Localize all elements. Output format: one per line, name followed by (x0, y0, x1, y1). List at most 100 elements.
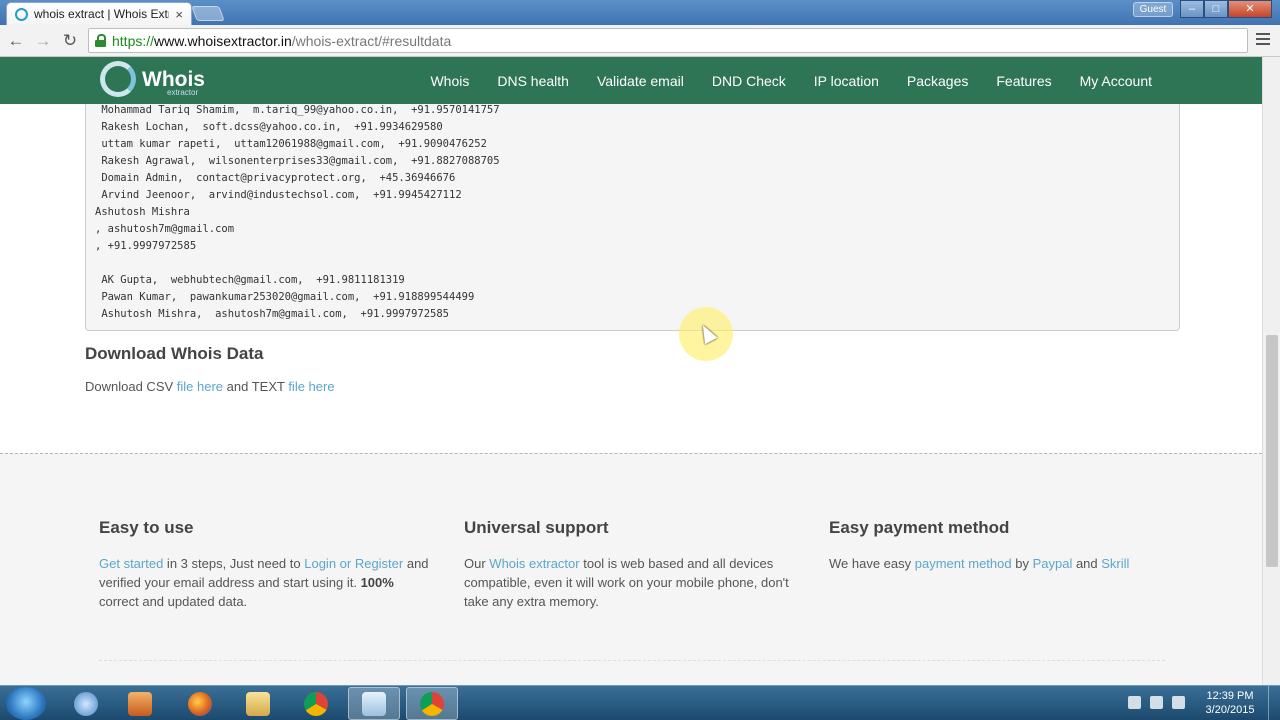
chrome-icon (420, 691, 444, 716)
feature-bold-text: 100% (360, 575, 394, 590)
chrome-icon (304, 691, 328, 716)
taskbar-chrome[interactable] (290, 687, 342, 720)
clock-date: 3/20/2015 (1205, 704, 1255, 716)
feature-text-part: Our (464, 556, 490, 571)
text-file-link[interactable]: file here (288, 379, 334, 394)
result-line: Mohammad Tariq Shamim, m.tariq_99@yahoo.… (95, 104, 500, 116)
taskbar-explorer[interactable] (232, 687, 284, 720)
url-scheme: https:// (112, 32, 155, 49)
logo-subtext: extractor (167, 88, 199, 97)
browser-tab[interactable]: whois extract | Whois Extr × (6, 2, 192, 25)
result-line: Ashutosh Mishra, ashutosh7m@gmail.com, +… (95, 308, 450, 320)
result-line: AK Gupta, webhubtech@gmail.com, +91.9811… (95, 274, 405, 286)
feature-easy-payment: Easy payment method We have easy payment… (829, 518, 1159, 573)
close-window-button[interactable]: ✕ (1228, 0, 1272, 18)
browser-titlebar: whois extract | Whois Extr × Guest – □ ✕ (0, 0, 1280, 25)
system-tray (1128, 696, 1185, 709)
taskbar-chrome-active[interactable] (406, 687, 458, 720)
minimize-button[interactable]: – (1180, 0, 1204, 18)
tab-title: whois extract | Whois Extr (34, 7, 170, 21)
nav-packages[interactable]: Packages (907, 73, 968, 89)
nav-whois[interactable]: Whois (430, 73, 469, 89)
feature-easy-to-use: Easy to use Get started in 3 steps, Just… (99, 518, 429, 611)
paypal-link[interactable]: Paypal (1033, 556, 1073, 571)
maximize-button[interactable]: □ (1204, 0, 1228, 18)
guest-profile-button[interactable]: Guest (1133, 2, 1173, 17)
result-line: Pawan Kumar, pawankumar253020@gmail.com,… (95, 291, 475, 303)
browser-toolbar: ← → ↻ https://www.whoisextractor.in/whoi… (0, 25, 1280, 57)
reload-icon[interactable]: ↻ (60, 31, 80, 51)
download-line: Download CSV file here and TEXT file her… (85, 379, 335, 394)
main-nav: Whois DNS health Validate email DND Chec… (402, 57, 1152, 104)
feature-text-part: in 3 steps, Just need to (163, 556, 305, 571)
new-tab-button[interactable] (191, 6, 225, 21)
volume-icon[interactable] (1128, 696, 1141, 709)
nav-features[interactable]: Features (996, 73, 1051, 89)
action-center-icon[interactable] (1172, 696, 1185, 709)
address-bar[interactable]: https://www.whoisextractor.in/whois-extr… (88, 28, 1248, 53)
url-host: www.whoisextractor.in (154, 32, 292, 49)
download-text-middle: and TEXT (223, 379, 289, 394)
footer-divider (99, 660, 1165, 661)
firefox-icon (188, 691, 212, 716)
feature-text: Get started in 3 steps, Just need to Log… (99, 554, 429, 611)
result-line: uttam kumar rapeti, uttam12061988@gmail.… (95, 138, 487, 150)
taskbar-network-app[interactable] (60, 687, 112, 720)
result-data-box: Mohammad Tariq Shamim, m.tariq_99@yahoo.… (85, 104, 1180, 331)
logo-text: Whois (142, 67, 205, 91)
login-register-link[interactable]: Login or Register (304, 556, 403, 571)
feature-title: Universal support (464, 518, 609, 537)
nav-validate-email[interactable]: Validate email (597, 73, 684, 89)
taskbar-clock[interactable]: 12:39 PM 3/20/2015 (1200, 689, 1260, 717)
notepad-icon (362, 691, 386, 716)
download-section-title: Download Whois Data (85, 344, 264, 363)
result-line: Rakesh Agrawal, wilsonenterprises33@gmai… (95, 155, 500, 167)
start-button[interactable] (6, 687, 46, 720)
result-line: Ashutosh Mishra (95, 206, 190, 218)
page-scrollbar[interactable] (1262, 57, 1280, 685)
nav-dns-health[interactable]: DNS health (497, 73, 569, 89)
logo-swirl-icon (100, 61, 136, 97)
feature-text-part: by (1011, 556, 1033, 571)
nav-my-account[interactable]: My Account (1080, 73, 1152, 89)
tab-close-icon[interactable]: × (175, 7, 183, 22)
result-line: Arvind Jeenoor, arvind@industechsol.com,… (95, 189, 462, 201)
windows-taskbar: 12:39 PM 3/20/2015 (0, 685, 1280, 720)
skrill-link[interactable]: Skrill (1101, 556, 1129, 571)
result-line: , +91.9997972585 (95, 240, 197, 252)
csv-file-link[interactable]: file here (177, 379, 223, 394)
feature-text: Our Whois extractor tool is web based an… (464, 554, 794, 611)
taskbar-notepad[interactable] (348, 687, 400, 720)
forward-arrow-icon[interactable]: → (33, 31, 53, 51)
feature-title: Easy payment method (829, 518, 1010, 537)
globe-icon (74, 691, 98, 716)
folder-icon (246, 691, 270, 716)
hamburger-menu-icon[interactable] (1256, 33, 1270, 47)
nav-dnd-check[interactable]: DND Check (712, 73, 786, 89)
show-desktop-button[interactable] (1268, 686, 1280, 720)
whois-extractor-link[interactable]: Whois extractor (489, 556, 579, 571)
taskbar-firefox[interactable] (174, 687, 226, 720)
feature-text-part: and (1072, 556, 1102, 571)
nav-ip-location[interactable]: IP location (814, 73, 879, 89)
site-navbar: Whois extractor Whois DNS health Validat… (0, 57, 1262, 104)
network-icon[interactable] (1150, 696, 1163, 709)
result-line: Domain Admin, contact@privacyprotect.org… (95, 172, 456, 184)
download-text-before: Download CSV (85, 379, 177, 394)
scrollbar-thumb[interactable] (1266, 335, 1278, 567)
site-favicon-icon (15, 7, 28, 21)
feature-universal-support: Universal support Our Whois extractor to… (464, 518, 794, 611)
url-path: /whois-extract/#resultdata (291, 32, 452, 49)
media-player-icon (128, 691, 152, 716)
clock-time: 12:39 PM (1206, 690, 1254, 702)
back-arrow-icon[interactable]: ← (6, 31, 26, 51)
lock-icon (95, 34, 106, 47)
payment-method-link[interactable]: payment method (915, 556, 1012, 571)
feature-text-part: correct and updated data. (99, 594, 248, 609)
feature-text-part: We have easy (829, 556, 915, 571)
result-line: , ashutosh7m@gmail.com (95, 223, 235, 235)
get-started-link[interactable]: Get started (99, 556, 163, 571)
features-footer: Easy to use Get started in 3 steps, Just… (0, 453, 1262, 685)
taskbar-media-player[interactable] (114, 687, 166, 720)
feature-text: We have easy payment method by Paypal an… (829, 554, 1159, 573)
